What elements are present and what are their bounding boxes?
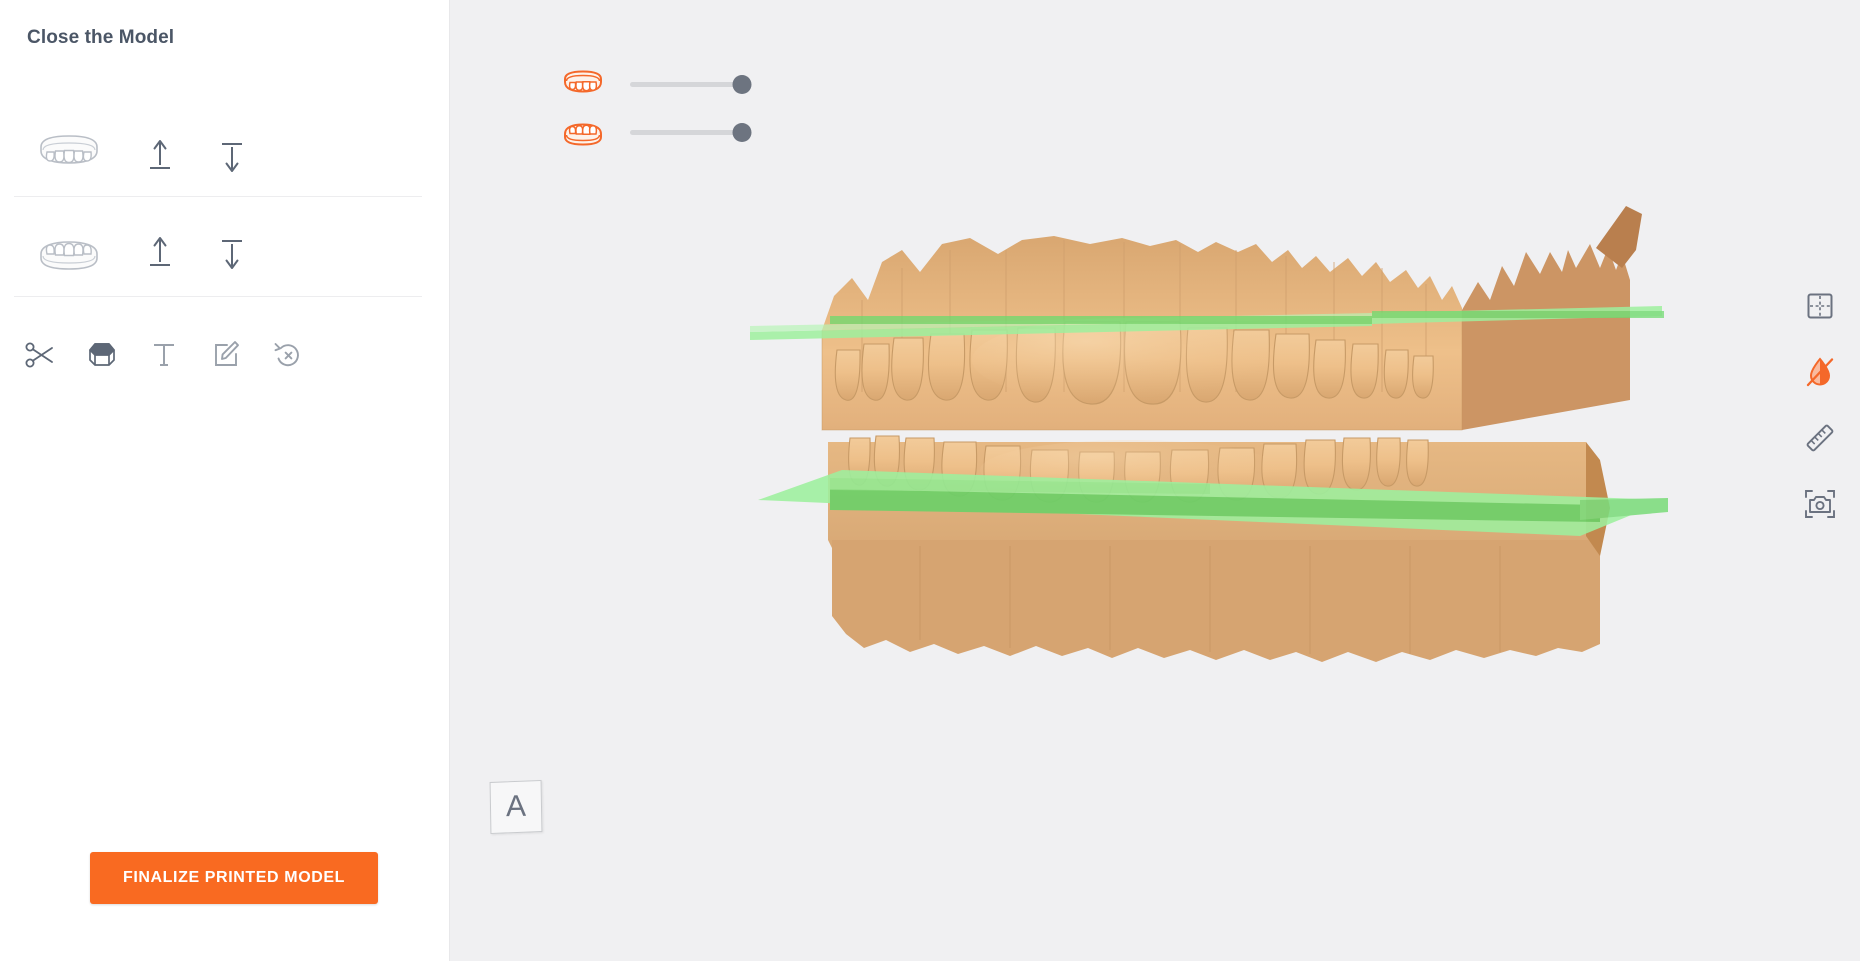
- upper-slider-knob[interactable]: [732, 74, 752, 94]
- left-sidebar: Close the Model FINALIZE PRINTED MODEL: [0, 0, 450, 961]
- lower-opacity-slider[interactable]: [630, 122, 752, 142]
- sidebar-divider-1: [14, 196, 422, 197]
- upper-jaw-icon: [14, 126, 124, 186]
- model-viewport[interactable]: A: [450, 0, 1860, 961]
- section-plane-icon[interactable]: [1802, 288, 1838, 324]
- lower-arch-row: [14, 212, 422, 294]
- camera-screenshot-icon[interactable]: [1802, 486, 1838, 522]
- no-shine-drop-icon[interactable]: [1802, 354, 1838, 390]
- upper-visibility-slider-row: [560, 60, 752, 108]
- lower-slider-track: [630, 129, 742, 135]
- ruler-icon[interactable]: [1802, 420, 1838, 456]
- viewport-right-toolbar: [1802, 288, 1838, 522]
- upper-move-down-button[interactable]: [196, 128, 268, 184]
- model-base-icon[interactable]: [82, 335, 122, 375]
- lower-arch-mesh: [828, 435, 1610, 662]
- finalize-printed-model-button[interactable]: FINALIZE PRINTED MODEL: [90, 852, 378, 904]
- upper-move-up-button[interactable]: [124, 128, 196, 184]
- upper-opacity-slider[interactable]: [630, 74, 752, 94]
- upper-jaw-orange-icon[interactable]: [560, 67, 606, 101]
- sidebar-tool-row: [20, 325, 420, 385]
- lower-move-down-button[interactable]: [196, 225, 268, 281]
- view-orientation-cube[interactable]: A: [489, 780, 543, 834]
- view-cube-face-label: A: [505, 789, 527, 824]
- sidebar-divider-2: [14, 296, 422, 297]
- text-label-icon[interactable]: [144, 335, 184, 375]
- edit-square-icon[interactable]: [206, 335, 246, 375]
- lower-visibility-slider-row: [560, 108, 752, 156]
- app-root: Close the Model FINALIZE PRINTED MODEL A: [0, 0, 1860, 961]
- scissors-icon[interactable]: [20, 335, 60, 375]
- lower-jaw-orange-icon[interactable]: [560, 115, 606, 149]
- lower-slider-knob[interactable]: [732, 122, 752, 142]
- lower-move-up-button[interactable]: [124, 225, 196, 281]
- visibility-slider-group: [560, 60, 752, 156]
- upper-arch-row: [14, 115, 422, 197]
- page-title: Close the Model: [27, 27, 175, 48]
- upper-slider-track: [630, 81, 742, 87]
- finalize-button-wrap: FINALIZE PRINTED MODEL: [90, 852, 378, 904]
- lower-jaw-icon: [14, 223, 124, 283]
- reset-undo-icon[interactable]: [268, 335, 308, 375]
